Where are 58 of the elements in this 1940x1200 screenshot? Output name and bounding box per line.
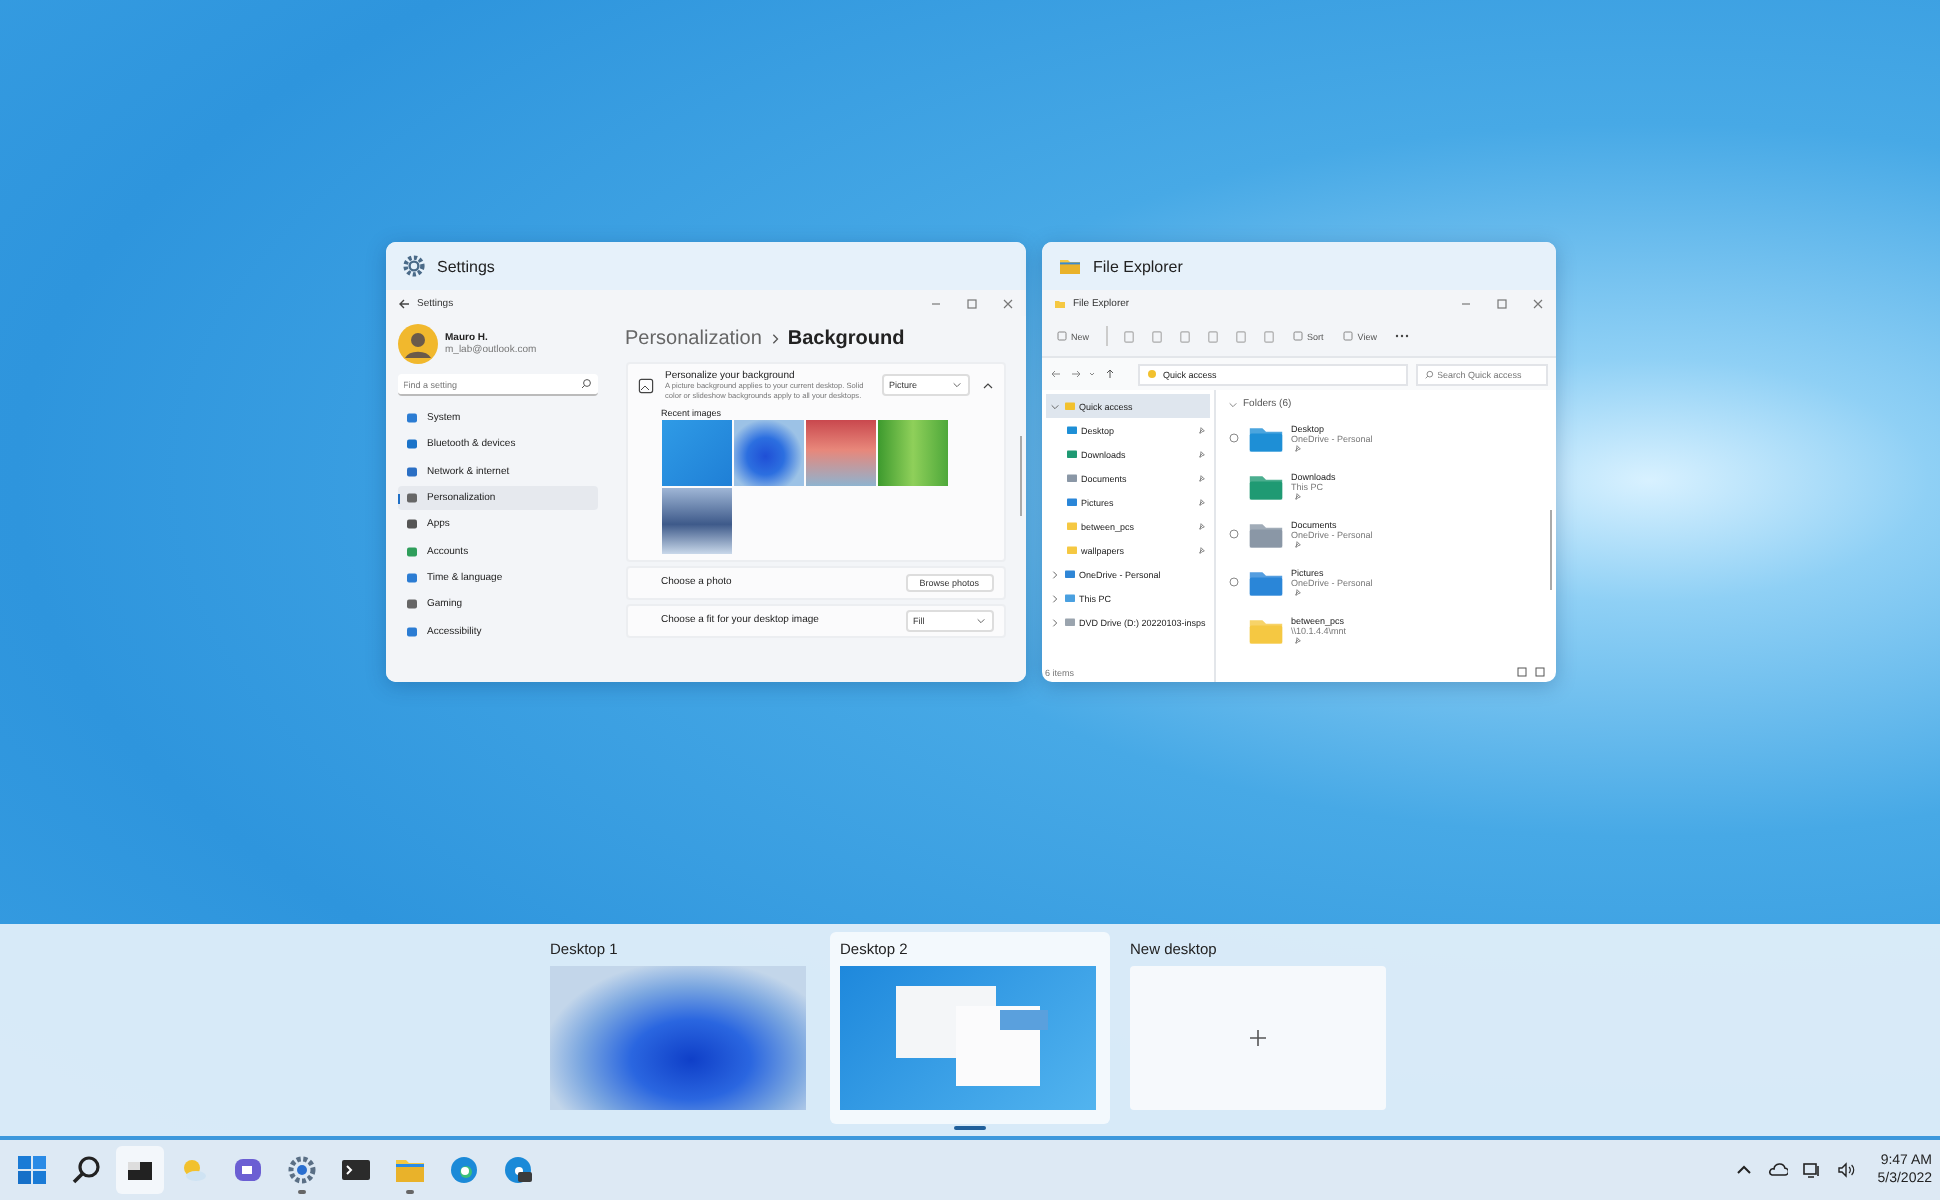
folder-icon <box>394 1154 426 1186</box>
folder-icon <box>1247 519 1283 549</box>
pin-icon <box>1291 443 1301 453</box>
window-title: File Explorer <box>1093 257 1183 275</box>
avatar-icon <box>397 324 437 364</box>
chevron-down-icon <box>951 380 961 391</box>
folder-icon <box>1247 423 1283 453</box>
close-icon[interactable] <box>1531 297 1543 309</box>
page-title: Background <box>787 328 905 350</box>
chat-icon <box>232 1154 264 1186</box>
minimize-icon[interactable] <box>929 297 941 309</box>
speaker-icon[interactable] <box>1835 1160 1856 1180</box>
wallpaper-thumbnail[interactable] <box>733 419 803 486</box>
windows-logo-icon <box>16 1154 48 1186</box>
settings-window-thumbnail[interactable] <box>385 242 1025 682</box>
wallpaper-thumbnail[interactable] <box>805 419 875 486</box>
maximize-icon[interactable] <box>965 297 977 309</box>
settings-category-icon <box>405 465 417 478</box>
chevron-icon <box>1227 399 1237 409</box>
close-icon[interactable] <box>1001 297 1013 309</box>
terminal-icon <box>340 1154 372 1186</box>
search-icon <box>579 378 591 390</box>
gear-icon <box>286 1154 318 1186</box>
expand-chevron-icon[interactable] <box>981 379 993 392</box>
folder-icon <box>1057 254 1081 278</box>
pin-icon <box>1291 539 1301 549</box>
window-title: Settings <box>437 257 495 275</box>
search-icon <box>70 1154 102 1186</box>
pin-icon <box>1291 587 1301 597</box>
plus-icon <box>1248 1028 1268 1048</box>
folder-icon <box>1247 471 1283 501</box>
minimize-icon[interactable] <box>1459 297 1471 309</box>
maximize-icon[interactable] <box>1495 297 1507 309</box>
browser-icon <box>448 1154 480 1186</box>
pin-icon <box>1291 491 1301 501</box>
cloud-icon[interactable] <box>1767 1160 1788 1180</box>
folder-icon <box>1053 297 1065 309</box>
picture-icon <box>637 377 653 394</box>
browser-icon <box>502 1154 534 1186</box>
taskview-taskbar-button[interactable] <box>116 1146 164 1194</box>
wallpaper-thumbnail[interactable] <box>661 487 731 554</box>
wallpaper-thumbnail[interactable] <box>661 419 731 486</box>
weather-icon <box>178 1154 210 1186</box>
back-arrow-icon[interactable] <box>397 297 409 309</box>
file-explorer-window-thumbnail[interactable] <box>1041 242 1555 682</box>
wallpaper-thumbnail[interactable] <box>877 419 947 486</box>
search-icon <box>1423 369 1433 379</box>
chevron-down-icon <box>975 615 985 626</box>
view-toggle-icon[interactable] <box>1515 666 1547 678</box>
network-icon[interactable] <box>1801 1160 1822 1180</box>
breadcrumb-parent[interactable]: Personalization <box>625 328 762 350</box>
gear-icon <box>401 254 425 278</box>
settings-category-icon <box>405 598 417 611</box>
pin-icon <box>1291 635 1301 645</box>
folder-icon <box>1247 567 1283 597</box>
settings-category-icon <box>405 625 417 638</box>
chevron-right-icon <box>769 332 780 346</box>
folder-icon <box>1247 615 1283 645</box>
